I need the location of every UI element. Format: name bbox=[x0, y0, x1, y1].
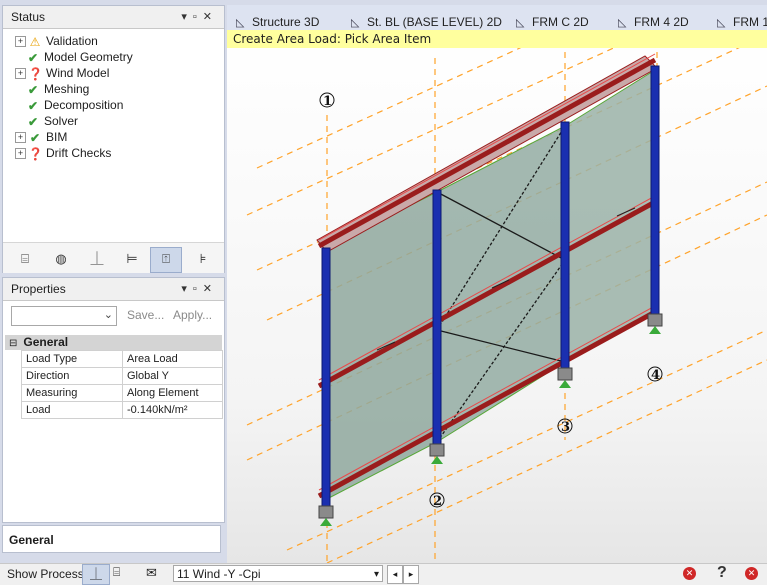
tab-frm-c-2d[interactable]: ◺ FRM C 2D bbox=[516, 13, 589, 31]
load-tool-button[interactable]: ⏊ bbox=[81, 247, 113, 273]
property-value[interactable]: Global Y bbox=[122, 367, 223, 385]
tab-structure-3d[interactable]: ◺ Structure 3D bbox=[236, 13, 319, 31]
column-tool-button[interactable]: ⊨ bbox=[116, 247, 148, 273]
dropdown-icon[interactable]: ▾ bbox=[181, 283, 193, 295]
apply-button[interactable]: Apply... bbox=[173, 308, 212, 322]
status-item-label: Wind Model bbox=[46, 66, 110, 80]
error-icon[interactable]: ✕ bbox=[683, 567, 696, 580]
property-value[interactable]: Area Load bbox=[122, 350, 223, 368]
properties-grid: ⊟ General Load Type Area Load Direction Glob… bbox=[5, 335, 223, 419]
properties-panel-title: Properties bbox=[11, 282, 66, 296]
collapse-icon[interactable]: ⊟ bbox=[9, 338, 17, 349]
status-item[interactable]: ✔ Decomposition bbox=[15, 97, 123, 113]
expand-icon[interactable]: + bbox=[15, 68, 26, 80]
status-panel-header: Status ▾▫✕ bbox=[3, 6, 224, 29]
check-icon: ✔ bbox=[27, 50, 39, 65]
status-item[interactable]: ✔ Model Geometry bbox=[15, 49, 133, 65]
property-row[interactable]: Direction Global Y bbox=[21, 367, 223, 385]
status-tree: + ⚠ Validation ✔ Model Geometry + ❓ Wind Model ✔… bbox=[3, 29, 224, 239]
command-prompt: Create Area Load: Pick Area Item bbox=[227, 30, 767, 48]
mail-icon[interactable]: ✉ bbox=[146, 565, 157, 581]
status-item-label: Drift Checks bbox=[46, 146, 112, 160]
status-item[interactable]: + ⚠ Validation bbox=[15, 33, 98, 49]
property-row[interactable]: Measuring Along Element bbox=[21, 384, 223, 402]
property-value[interactable]: Along Element bbox=[122, 384, 223, 402]
grid-bubble-1: 1 bbox=[323, 94, 332, 109]
load-view-button[interactable]: ⏊ bbox=[82, 564, 110, 585]
document-tabs: ◺ Structure 3D ◺ St. BL (BASE LEVEL) 2D ◺ F… bbox=[227, 5, 767, 30]
close-icon[interactable]: ✕ bbox=[203, 283, 218, 295]
status-item[interactable]: + ❓ Wind Model bbox=[15, 65, 109, 81]
alert-icon[interactable]: ✕ bbox=[745, 567, 758, 580]
grid-bubble-2: 2 bbox=[433, 494, 442, 509]
wind-tool-button[interactable]: ◍ bbox=[45, 247, 77, 273]
prev-load-case-button[interactable]: ◂ bbox=[387, 565, 403, 584]
status-item[interactable]: ✔ Meshing bbox=[15, 81, 89, 97]
status-item-label: Validation bbox=[46, 34, 98, 48]
check-icon: ✔ bbox=[27, 114, 39, 129]
check-icon: ✔ bbox=[27, 98, 39, 113]
property-key: Load bbox=[21, 401, 123, 419]
property-row[interactable]: Load Type Area Load bbox=[21, 350, 223, 368]
status-item-label: Solver bbox=[44, 114, 79, 128]
status-panel: Status ▾▫✕ + ⚠ Validation ✔ Model Geometry + ❓… bbox=[2, 5, 225, 273]
grid-bubble-4: 4 bbox=[651, 368, 660, 383]
frame-tool-button[interactable]: ⊧ bbox=[187, 247, 219, 273]
chevron-down-icon: ⌄ bbox=[103, 309, 113, 321]
expand-icon[interactable]: + bbox=[15, 36, 26, 48]
status-item-label: Decomposition bbox=[44, 98, 124, 112]
property-row[interactable]: Load -0.140kN/m² bbox=[21, 401, 223, 419]
status-panel-title: Status bbox=[11, 10, 46, 24]
status-item[interactable]: + ✔ BIM bbox=[15, 129, 67, 145]
properties-description: General bbox=[2, 525, 221, 553]
status-item-label: BIM bbox=[46, 130, 68, 144]
float-icon[interactable]: ▫ bbox=[193, 11, 203, 23]
status-toolbar: ⌸ ◍ ⏊ ⊨ ⍐ ⊧ bbox=[3, 242, 224, 273]
expand-icon[interactable]: + bbox=[15, 132, 26, 144]
properties-panel: Properties ▾▫✕ ⌄ Save... Apply... ⊟ Gener… bbox=[2, 277, 225, 523]
property-key: Measuring bbox=[21, 384, 123, 402]
tab-frm-1[interactable]: ◺ FRM 1 bbox=[717, 13, 767, 31]
check-icon: ✔ bbox=[29, 130, 41, 145]
next-load-case-button[interactable]: ▸ bbox=[403, 565, 419, 584]
help-icon[interactable]: ? bbox=[717, 564, 727, 582]
tab-base-level-2d[interactable]: ◺ St. BL (BASE LEVEL) 2D bbox=[351, 13, 502, 31]
close-icon[interactable]: ✕ bbox=[203, 11, 218, 23]
tab-frm-4-2d[interactable]: ◺ FRM 4 2D bbox=[618, 13, 689, 31]
properties-section-header[interactable]: ⊟ General bbox=[5, 335, 222, 350]
properties-panel-header: Properties ▾▫✕ bbox=[3, 278, 224, 301]
properties-toolbar: ⌄ Save... Apply... bbox=[3, 301, 224, 331]
status-item[interactable]: ✔ Solver bbox=[15, 113, 78, 129]
property-key: Direction bbox=[21, 367, 123, 385]
help-icon: ❓ bbox=[28, 66, 43, 81]
structure-model[interactable]: 1 2 3 4 C bbox=[227, 30, 767, 563]
status-bar: Show Process ⏊ ⌸ ✉ 11 Wind -Y -Cpi ▾ ◂ ▸… bbox=[0, 563, 767, 585]
property-key: Load Type bbox=[21, 350, 123, 368]
expand-icon[interactable]: + bbox=[15, 148, 26, 160]
property-value[interactable]: -0.140kN/m² bbox=[122, 401, 223, 419]
frame-view-button[interactable]: ⌸ bbox=[113, 565, 120, 580]
status-item[interactable]: + ❓ Drift Checks bbox=[15, 145, 111, 161]
show-process-label[interactable]: Show Process bbox=[7, 567, 84, 581]
properties-select[interactable]: ⌄ bbox=[11, 306, 117, 326]
structure-tool-button[interactable]: ⌸ bbox=[9, 247, 41, 273]
status-item-label: Model Geometry bbox=[44, 50, 133, 64]
grid-bubble-3: 3 bbox=[561, 420, 570, 435]
viewport-3d[interactable]: Create Area Load: Pick Area Item 1 2 3 4 bbox=[227, 30, 767, 563]
chevron-down-icon: ▾ bbox=[373, 569, 379, 580]
lock-tool-button[interactable]: ⍐ bbox=[150, 247, 182, 273]
properties-table: Load Type Area Load Direction Global Y Measu… bbox=[21, 350, 223, 419]
status-item-label: Meshing bbox=[44, 82, 90, 96]
float-icon[interactable]: ▫ bbox=[193, 283, 203, 295]
warning-icon: ⚠ bbox=[29, 34, 41, 49]
help-icon: ❓ bbox=[28, 146, 43, 161]
load-case-select[interactable]: 11 Wind -Y -Cpi ▾ bbox=[173, 565, 383, 582]
save-button[interactable]: Save... bbox=[127, 308, 164, 322]
dropdown-icon[interactable]: ▾ bbox=[181, 11, 193, 23]
check-icon: ✔ bbox=[27, 82, 39, 97]
